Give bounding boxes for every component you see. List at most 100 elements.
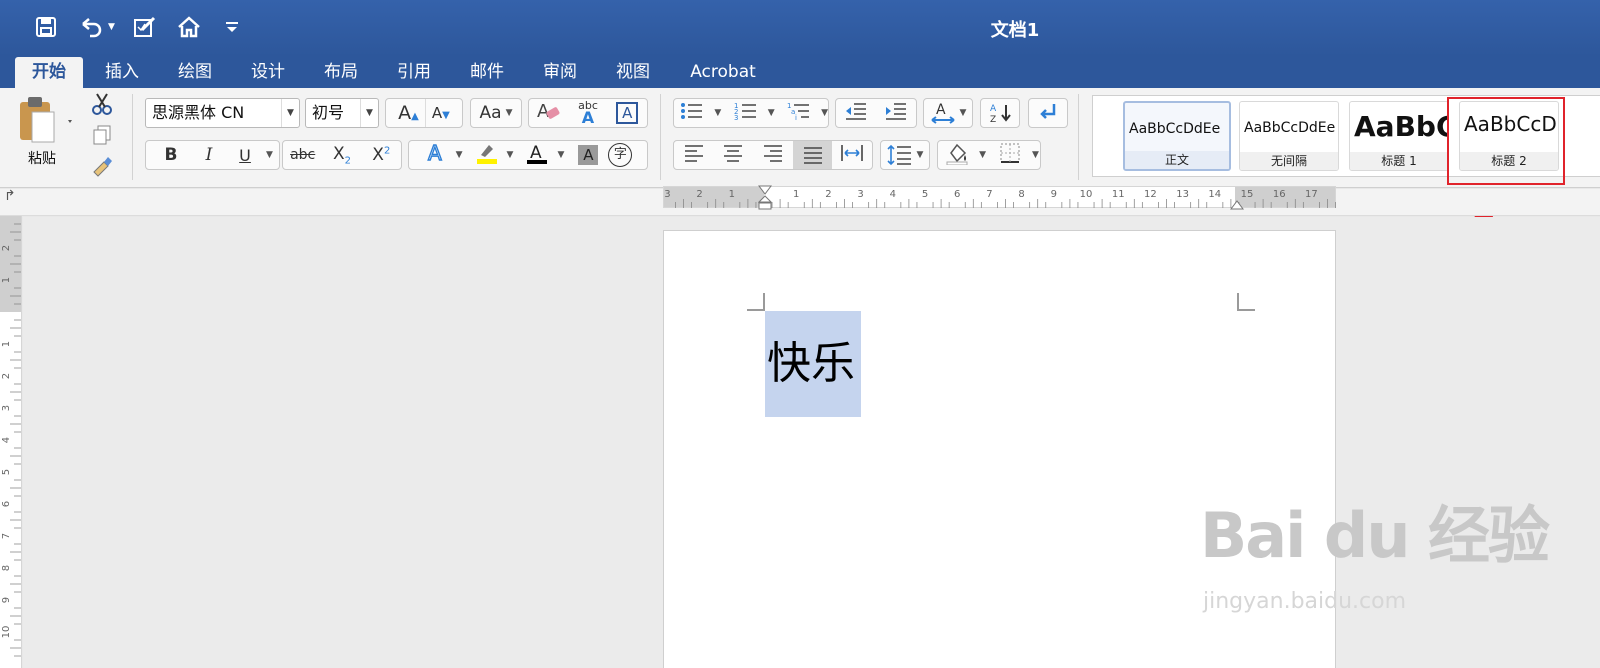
style-sample: AaBbCcDdEe (1244, 120, 1336, 136)
chevron-down-icon: ▼ (959, 108, 967, 118)
underline-dropdown-icon[interactable]: ▼ (266, 150, 273, 160)
watermark-url: jingyan.baidu.com (1203, 589, 1407, 614)
ribbon-separator (1078, 94, 1079, 180)
line-spacing-icon (886, 144, 911, 166)
horizontal-ruler[interactable]: 3 2 1 1 2 3 4 5 6 7 8 9 10 11 12 13 14 15 16 17 (663, 185, 1336, 210)
ruler-number: 5 (1, 469, 12, 475)
ruler-ticks: 2 1 1 2 3 4 5 6 7 8 9 10 (1, 223, 21, 657)
chevron-down-icon[interactable]: ▼ (507, 150, 514, 160)
first-line-indent-marker[interactable] (757, 185, 773, 215)
shrink-font-button[interactable]: A▼ (432, 104, 450, 122)
tab-design[interactable]: 设计 (238, 57, 298, 88)
ribbon-tabs: 开始 插入 绘图 设计 布局 引用 邮件 审阅 视图 Acrobat (0, 54, 1600, 88)
chevron-down-icon: ▼ (281, 99, 299, 127)
tab-draw[interactable]: 绘图 (165, 57, 225, 88)
chevron-down-icon[interactable]: ▼ (456, 150, 463, 160)
bullets-icon[interactable] (674, 101, 710, 125)
style-sample: AaBbCcDdEe (1129, 121, 1221, 137)
chevron-down-icon[interactable]: ▼ (1032, 150, 1039, 160)
tab-view[interactable]: 视图 (603, 57, 663, 88)
ruler-number: 8 (1, 565, 12, 571)
ruler-number: 12 (1144, 189, 1157, 200)
chevron-down-icon[interactable]: ▼ (979, 150, 986, 160)
enclosed-character-icon[interactable]: 字 (604, 143, 636, 167)
numbering-icon[interactable]: 123 (727, 101, 763, 125)
align-right-icon[interactable] (753, 144, 793, 166)
watermark-logo: Bai du 经验 (1200, 499, 1550, 572)
strikethrough-button[interactable]: abc (283, 147, 322, 163)
ruler-number: 4 (890, 189, 896, 200)
character-shading-icon[interactable]: A (572, 145, 604, 165)
chevron-down-icon: ▼ (916, 150, 924, 160)
selected-text[interactable]: 快乐 (765, 311, 861, 417)
svg-text:A: A (936, 102, 946, 118)
sort-button[interactable]: AZ (980, 98, 1020, 128)
increase-indent-icon[interactable] (876, 101, 916, 125)
show-formatting-button[interactable] (1028, 98, 1068, 128)
tab-stop-selector-icon[interactable]: ↱ (4, 188, 16, 204)
asian-layout-button[interactable]: A ▼ (923, 98, 973, 128)
tab-mailings[interactable]: 邮件 (457, 57, 517, 88)
right-indent-marker[interactable] (1230, 195, 1244, 214)
font-size-select[interactable]: 初号 ▼ (305, 98, 379, 128)
highlight-color-icon[interactable] (471, 141, 503, 169)
format-painter-icon[interactable] (90, 154, 114, 182)
ruler-number: 2 (696, 189, 702, 200)
clear-formatting-icon[interactable]: A (529, 99, 568, 127)
tab-home[interactable]: 开始 (15, 57, 83, 88)
chevron-down-icon[interactable]: ▼ (821, 108, 828, 118)
multilevel-list-icon[interactable]: 1ai (781, 101, 817, 125)
window-title: 文档1 (990, 20, 1040, 41)
justify-icon[interactable] (792, 141, 833, 169)
ruler-number: 10 (1, 626, 12, 639)
text-box-icon[interactable]: A (608, 102, 647, 124)
chevron-down-icon[interactable]: ▼ (714, 108, 721, 118)
ruler-number: 6 (954, 189, 960, 200)
style-no-spacing[interactable]: AaBbCcDdEe 无间隔 (1239, 101, 1339, 171)
font-name-select[interactable]: 思源黑体 CN ▼ (145, 98, 300, 128)
superscript-button[interactable]: X2 (362, 145, 401, 165)
ribbon-separator (132, 94, 133, 180)
distributed-align-icon[interactable] (832, 143, 872, 167)
decrease-indent-icon[interactable] (836, 101, 876, 125)
font-color-icon[interactable]: A (521, 141, 553, 169)
chevron-down-icon[interactable]: ▼ (768, 108, 775, 118)
ruler-number: 7 (986, 189, 992, 200)
line-spacing-button[interactable]: ▼ (880, 140, 930, 170)
borders-icon[interactable] (992, 142, 1028, 168)
tab-acrobat[interactable]: Acrobat (680, 57, 766, 88)
phonetic-guide-icon[interactable]: abc A (568, 100, 607, 126)
paste-label: 粘贴 (28, 151, 56, 167)
shading-icon[interactable] (939, 141, 975, 169)
text-effects-icon[interactable]: A (420, 140, 452, 168)
ruler-number: 3 (664, 189, 670, 200)
svg-text:Z: Z (990, 115, 996, 125)
style-heading-1[interactable]: AaBbC 标题 1 (1349, 101, 1449, 171)
ruler-number: 2 (825, 189, 831, 200)
tab-review[interactable]: 审阅 (530, 57, 590, 88)
align-center-icon[interactable] (714, 144, 754, 166)
chevron-down-icon[interactable]: ▼ (557, 150, 564, 160)
grow-font-button[interactable]: A▲ (398, 102, 419, 124)
bold-button[interactable]: B (152, 145, 190, 165)
copy-icon[interactable] (92, 124, 114, 150)
tab-layout[interactable]: 布局 (311, 57, 371, 88)
return-arrow-icon (1040, 104, 1056, 119)
tab-references[interactable]: 引用 (384, 57, 444, 88)
chevron-down-icon: ▼ (360, 99, 378, 127)
align-left-icon[interactable] (674, 144, 714, 166)
underline-button[interactable]: U (228, 146, 262, 165)
vertical-ruler[interactable]: 2 1 1 2 3 4 5 6 7 8 9 10 (0, 216, 22, 668)
font-size-value: 初号 (312, 103, 345, 122)
paste-button[interactable] (18, 94, 74, 146)
subscript-button[interactable]: X2 (322, 144, 361, 166)
cut-icon[interactable] (90, 92, 114, 120)
tab-insert[interactable]: 插入 (92, 57, 152, 88)
style-label: 标题 1 (1350, 152, 1448, 170)
italic-button[interactable]: I (190, 145, 228, 165)
change-case-button[interactable]: Aa ▼ (470, 98, 522, 128)
ruler-number: 1 (729, 189, 735, 200)
margin-corner-mark (1237, 293, 1255, 311)
ruler-number: 1 (1, 341, 12, 347)
style-normal[interactable]: AaBbCcDdEe 正文 (1123, 101, 1231, 171)
